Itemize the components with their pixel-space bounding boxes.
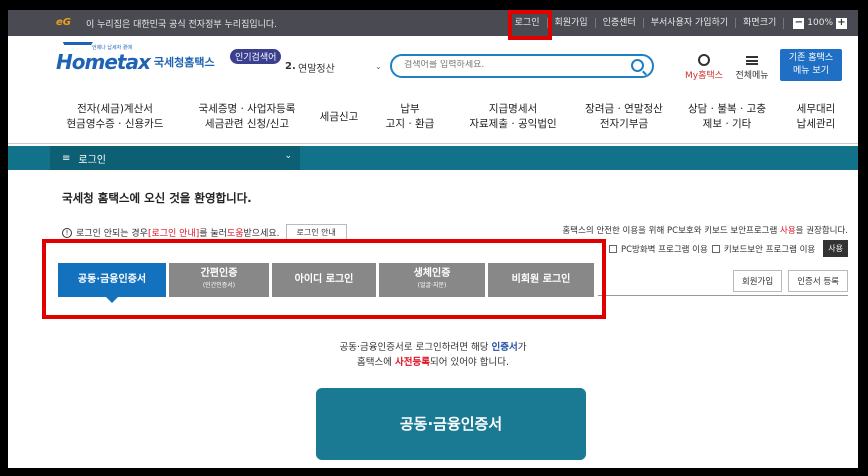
breadcrumb-bar: ≡ 로그인 ⌄ [8,146,858,170]
hometax-logo[interactable]: 언제나 납세자 곁에 Hometax 국세청홈택스 [56,42,215,74]
gov-notice-bar: eG 이 누리집은 대한민국 공식 전자정부 누리집입니다. 로그인 회원가입 … [8,10,858,36]
highlight-login-tabs [42,239,606,319]
nav-item-label: 납부 [400,103,420,115]
nav-item-sublabel: 세금관련 신청/신고 [204,118,290,130]
breadcrumb-label: 로그인 [78,154,106,166]
search-box [390,54,654,78]
desc-text: 공동·금융인증서로 로그인하려면 해당 [339,342,492,353]
security-text: 홈택스의 안전한 이용을 위해 PC보호와 키보드 보안프로그램 [562,226,781,236]
my-hometax-label: My홈택스 [685,71,723,81]
cert-register-button[interactable]: 인증서 등록 [788,270,848,292]
legacy-menu-label-2: 메뉴 보기 [793,66,829,76]
chevron-down-icon[interactable]: ⌄ [284,151,292,161]
main-nav: 전자(세금)계산서 현금영수증 · 신용카드 국세증명 · 사업자등록 세금관련… [8,88,858,144]
firewall-label: PC방화벽 프로그램 이용 [620,244,708,255]
login-guide-link[interactable]: [로그인 안내] [148,226,199,239]
nav-item-label: 상담 · 불복 · 고충 [688,103,766,115]
dept-user-signup-link[interactable]: 부서사용자 가입하기 [642,18,735,28]
desc-line-2: 홈택스에 사전등록되어 있어야 합니다. [8,355,858,370]
zoom-control: − 100% + [783,17,850,29]
nav-item-consulting[interactable]: 상담 · 불복 · 고충 제보 · 기타 [682,102,772,132]
help-text: 를 눌러 [199,229,227,239]
logo-wordmark: Hometax [56,50,151,74]
nav-item-payment-statement[interactable]: 지급명세서 자료제출 · 공익법인 [458,102,568,132]
tabs-divider [598,295,848,296]
security-text: 을 권장합니다. [795,226,848,236]
cert-center-link[interactable]: 인증센터 [594,18,643,28]
nav-item-label: 세무대리 [796,103,836,115]
nav-item-sublabel: 고지 · 환급 [385,118,435,130]
all-menu-label: 전체메뉴 [735,71,769,81]
chevron-down-icon[interactable]: ⌄ [375,62,382,71]
breadcrumb[interactable]: ≡ 로그인 ⌄ [50,146,300,170]
keyboard-security-label: 키보드보안 프로그램 이용 [723,244,816,255]
browser-frame: eG 이 누리집은 대한민국 공식 전자정부 누리집입니다. 로그인 회원가입 … [8,10,858,468]
desc-text: 가 [517,342,527,353]
signup-link[interactable]: 회원가입 [546,18,595,28]
nav-item-tax-filing[interactable]: 세금신고 [314,110,364,125]
popular-keyword-tag: 인기검색어 [230,49,282,64]
zoom-value: 100% [807,18,833,28]
all-menu-button[interactable]: 전체메뉴 [732,54,772,81]
egov-logo: eG [56,17,71,28]
security-notice: 홈택스의 안전한 이용을 위해 PC보호와 키보드 보안프로그램 사용을 권장합… [562,224,848,236]
nav-item-payment[interactable]: 납부 고지 · 환급 [380,102,440,132]
nav-item-label: 전자(세금)계산서 [77,103,153,115]
logo-korean: 국세청홈택스 [153,56,215,69]
nav-item-label: 지급명세서 [488,103,538,115]
help-text: 받으세요. [243,229,280,239]
desc-emphasis: 인증서 [491,342,518,353]
login-side-buttons: 회원가입 인증서 등록 [732,270,848,292]
nav-item-certificates[interactable]: 국세증명 · 사업자등록 세금관련 신청/신고 [188,102,306,132]
joint-financial-cert-button[interactable]: 공동·금융인증서 [316,388,586,460]
site-header: 언제나 납세자 곁에 Hometax 국세청홈택스 인기검색어 2. 연말정산 … [8,36,858,88]
page-title: 국세청 홈택스에 오신 것을 환영합니다. [62,191,252,205]
desc-text: 되어 있어야 합니다. [429,357,509,368]
help-text: 로그인 안되는 경우 [76,229,148,239]
nav-item-year-end[interactable]: 장려금 · 연말정산 전자기부금 [574,102,674,132]
signup-button[interactable]: 회원가입 [732,270,783,292]
nav-item-sublabel: 자료제출 · 공익법인 [469,118,557,130]
help-emphasis: 도움 [226,229,244,239]
security-options: PC방화벽 프로그램 이용 키보드보안 프로그램 이용 사용 [608,240,848,257]
nav-item-sublabel: 전자기부금 [599,118,649,130]
gov-links: 로그인 회원가입 인증센터 부서사용자 가입하기 화면크기 − 100% + [508,10,850,36]
logo-roof-icon [57,42,93,52]
nav-item-label: 국세증명 · 사업자등록 [198,103,296,115]
search-input[interactable] [404,60,624,70]
legacy-menu-button[interactable]: 기존 홈택스 메뉴 보기 [780,49,842,81]
nav-item-sublabel: 현금영수증 · 신용카드 [66,118,164,130]
popular-keyword[interactable]: 연말정산 [298,60,335,75]
menu-icon: ≡ [62,152,71,164]
legacy-menu-label-1: 기존 홈택스 [788,53,834,63]
nav-item-label: 세금신고 [319,111,359,123]
nav-item-e-invoice[interactable]: 전자(세금)계산서 현금영수증 · 신용카드 [60,102,170,132]
logo-slogan: 언제나 납세자 곁에 [92,45,132,51]
cert-description: 공동·금융인증서로 로그인하려면 해당 인증서가 홈택스에 사전등록되어 있어야… [8,340,858,370]
nav-item-tax-agent[interactable]: 세무대리 납세관리 [786,102,846,132]
info-icon: ! [62,227,72,238]
nav-item-label: 장려금 · 연말정산 [585,103,663,115]
gov-notice-text: 이 누리집은 대한민국 공식 전자정부 누리집입니다. [86,19,278,30]
highlight-login-link [508,10,552,40]
zoom-in-button[interactable]: + [836,17,847,29]
firewall-checkbox[interactable] [608,244,617,253]
use-button[interactable]: 사용 [823,240,848,257]
popular-keyword-rank: 2. [285,61,296,72]
desc-text: 홈택스에 [357,357,396,368]
user-icon [698,54,710,66]
keyboard-security-checkbox[interactable] [711,244,720,253]
desc-emphasis: 사전등록 [395,357,430,368]
screen-size-label: 화면크기 [735,18,783,28]
hamburger-icon [746,56,758,65]
search-icon[interactable] [631,59,644,72]
zoom-out-button[interactable]: − [793,17,805,29]
my-hometax-button[interactable]: My홈택스 [684,54,724,81]
nav-item-sublabel: 납세관리 [796,118,836,130]
desc-line-1: 공동·금융인증서로 로그인하려면 해당 인증서가 [8,340,858,355]
security-emphasis: 사용 [780,226,796,236]
nav-item-sublabel: 제보 · 기타 [702,118,752,130]
